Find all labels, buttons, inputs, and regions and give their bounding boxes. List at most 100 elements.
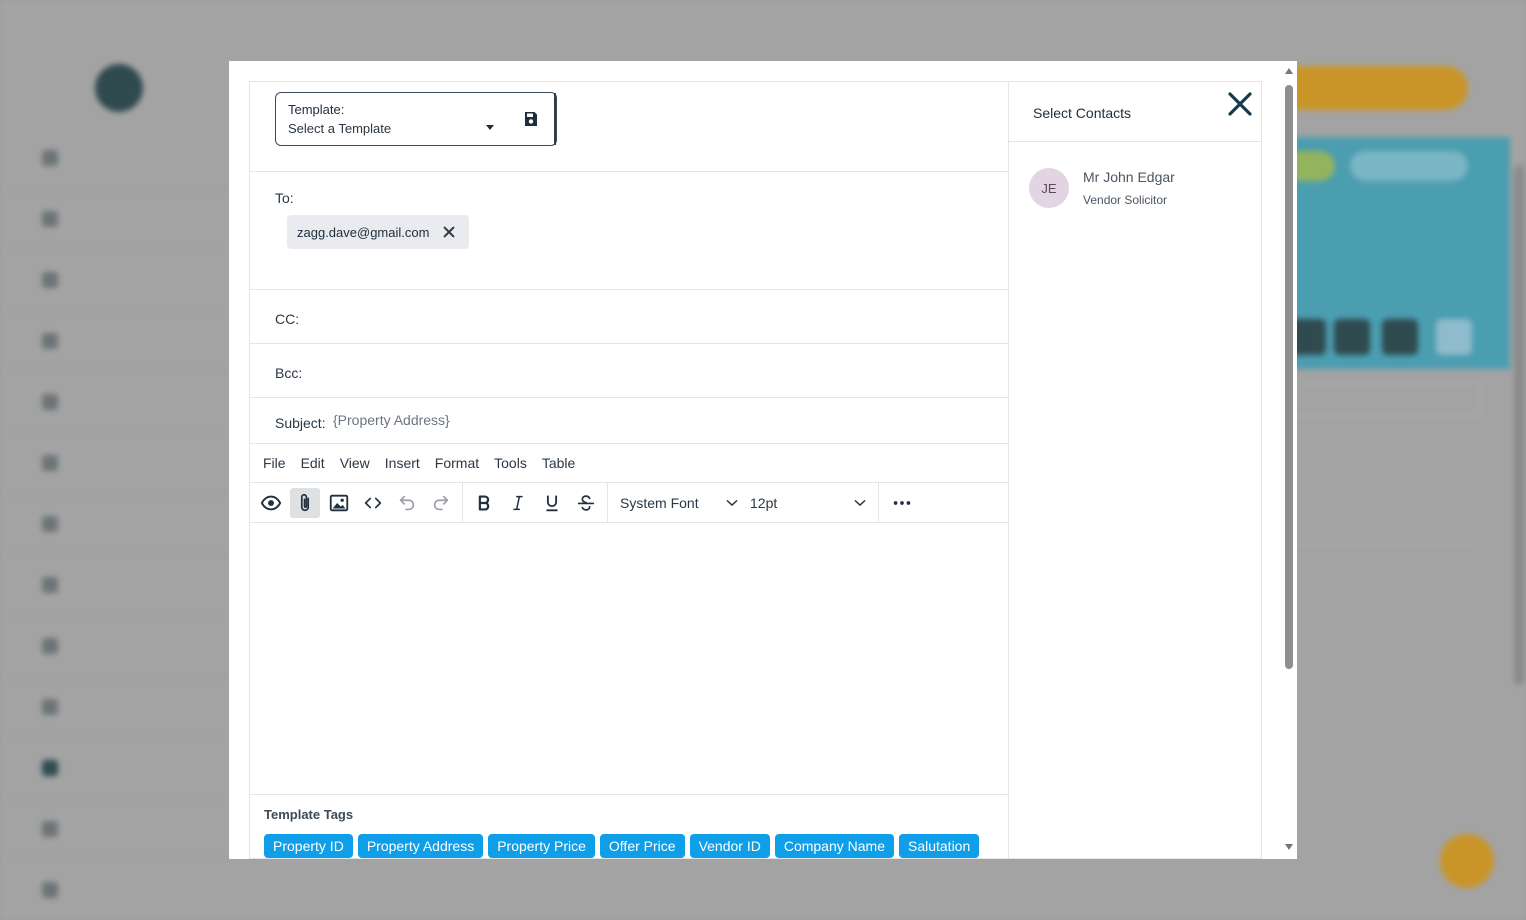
background-card — [1290, 476, 1476, 546]
font-family-value: System Font — [620, 494, 699, 511]
background-account-button — [1278, 66, 1468, 110]
logo-mark — [95, 64, 143, 112]
background-sidebar-item — [0, 311, 230, 372]
contact-role: Vendor Solicitor — [1083, 193, 1168, 207]
background-sidebar — [0, 128, 230, 920]
background-sidebar-item — [0, 128, 230, 189]
font-family-select[interactable]: System Font — [620, 495, 738, 511]
background-logo — [95, 64, 143, 112]
close-icon[interactable] — [1227, 91, 1253, 117]
background-sidebar-item — [0, 555, 230, 616]
menu-edit[interactable]: Edit — [301, 455, 325, 471]
recipient-chip[interactable]: zagg.dave@gmail.com — [287, 215, 470, 249]
toolbar-group-more — [879, 483, 923, 522]
background-input — [1290, 382, 1480, 416]
background-sidebar-item — [0, 189, 230, 250]
insert-image-button[interactable] — [324, 488, 354, 518]
background-sidebar-item — [0, 616, 230, 677]
contact-name: Mr John Edgar — [1083, 169, 1175, 185]
modal-scrollbar[interactable] — [1281, 61, 1297, 859]
menu-view[interactable]: View — [340, 455, 370, 471]
caret-down-icon[interactable] — [486, 125, 494, 130]
subject-field: Subject: — [250, 398, 1008, 444]
underline-icon — [546, 495, 558, 511]
contacts-header: Select Contacts — [1009, 82, 1261, 142]
scroll-up-icon[interactable] — [1285, 68, 1293, 74]
tag-property-address[interactable]: Property Address — [357, 834, 484, 858]
tag-property-price[interactable]: Property Price — [488, 834, 595, 858]
tag-property-id[interactable]: Property ID — [264, 834, 353, 858]
remove-recipient-icon[interactable] — [443, 226, 455, 238]
subject-input[interactable] — [333, 412, 933, 428]
editor-body[interactable] — [250, 523, 1008, 795]
background-scrollbar — [1514, 165, 1524, 685]
strikethrough-button[interactable] — [571, 488, 601, 518]
redo-button[interactable] — [426, 488, 456, 518]
contacts-panel: Select Contacts JE Mr John Edgar Vendor … — [1008, 81, 1262, 859]
avatar: JE — [1029, 168, 1069, 208]
redo-icon — [433, 495, 449, 510]
preview-button[interactable] — [256, 488, 286, 518]
cc-label: CC: — [275, 311, 300, 327]
tag-salutation[interactable]: Salutation — [898, 834, 980, 858]
cc-field[interactable]: CC: — [250, 290, 1008, 344]
to-label: To: — [275, 190, 294, 206]
italic-icon — [513, 495, 523, 510]
template-tags-section: Template Tags Property ID Property Addre… — [250, 795, 1008, 858]
template-tag-list: Property ID Property Address Property Pr… — [264, 834, 1008, 858]
italic-button[interactable] — [503, 488, 533, 518]
toolbar-group-font: System Font 12pt — [608, 483, 879, 522]
eye-icon — [260, 495, 282, 510]
template-label: Template: — [288, 102, 345, 117]
scroll-down-icon[interactable] — [1285, 844, 1293, 850]
contacts-title: Select Contacts — [1033, 105, 1132, 121]
tag-vendor-id[interactable]: Vendor ID — [689, 834, 770, 858]
to-field[interactable]: To: zagg.dave@gmail.com — [250, 172, 1008, 290]
background-sidebar-item — [0, 860, 230, 920]
tag-company-name[interactable]: Company Name — [774, 834, 894, 858]
email-compose-modal: Template: Select a Template To: zagg.dav… — [229, 61, 1297, 859]
code-icon — [364, 497, 382, 508]
editor-menubar: File Edit View Insert Format Tools Table — [250, 444, 1008, 483]
background-fab — [1440, 834, 1494, 888]
toolbar-group-format — [463, 483, 608, 522]
chevron-down-icon — [854, 499, 866, 506]
background-sidebar-item — [0, 433, 230, 494]
recipient-email: zagg.dave@gmail.com — [297, 224, 430, 240]
underline-button[interactable] — [537, 488, 567, 518]
background-top-nav — [0, 0, 1526, 42]
bold-button[interactable] — [469, 488, 499, 518]
font-size-select[interactable]: 12pt — [750, 495, 866, 511]
background-sidebar-item — [0, 738, 230, 799]
chevron-down-icon — [726, 499, 738, 506]
undo-button[interactable] — [392, 488, 422, 518]
scroll-thumb[interactable] — [1285, 85, 1293, 669]
background-sidebar-item — [0, 250, 230, 311]
more-button[interactable] — [887, 488, 917, 518]
bold-icon — [478, 494, 490, 511]
background-property-banner — [1280, 137, 1510, 369]
tag-offer-price[interactable]: Offer Price — [599, 834, 685, 858]
background-sidebar-item — [0, 799, 230, 860]
menu-insert[interactable]: Insert — [385, 455, 420, 471]
paperclip-icon — [300, 493, 310, 511]
attach-button[interactable] — [290, 487, 320, 518]
bcc-field[interactable]: Bcc: — [250, 344, 1008, 398]
menu-file[interactable]: File — [263, 455, 286, 471]
template-value: Select a Template — [288, 121, 392, 136]
menu-table[interactable]: Table — [542, 455, 575, 471]
save-icon[interactable] — [524, 111, 538, 127]
template-divider — [554, 93, 556, 145]
menu-format[interactable]: Format — [435, 455, 479, 471]
background-sidebar-item — [0, 494, 230, 555]
menu-tools[interactable]: Tools — [494, 455, 527, 471]
bcc-label: Bcc: — [275, 365, 303, 381]
contact-item[interactable]: JE Mr John Edgar Vendor Solicitor — [1009, 142, 1261, 212]
source-code-button[interactable] — [358, 488, 388, 518]
undo-icon — [399, 495, 415, 510]
background-sidebar-item — [0, 372, 230, 433]
template-select[interactable]: Template: Select a Template — [275, 92, 557, 146]
template-row: Template: Select a Template — [250, 82, 1008, 172]
email-composer: Template: Select a Template To: zagg.dav… — [249, 81, 1009, 859]
strikethrough-icon — [577, 494, 595, 511]
